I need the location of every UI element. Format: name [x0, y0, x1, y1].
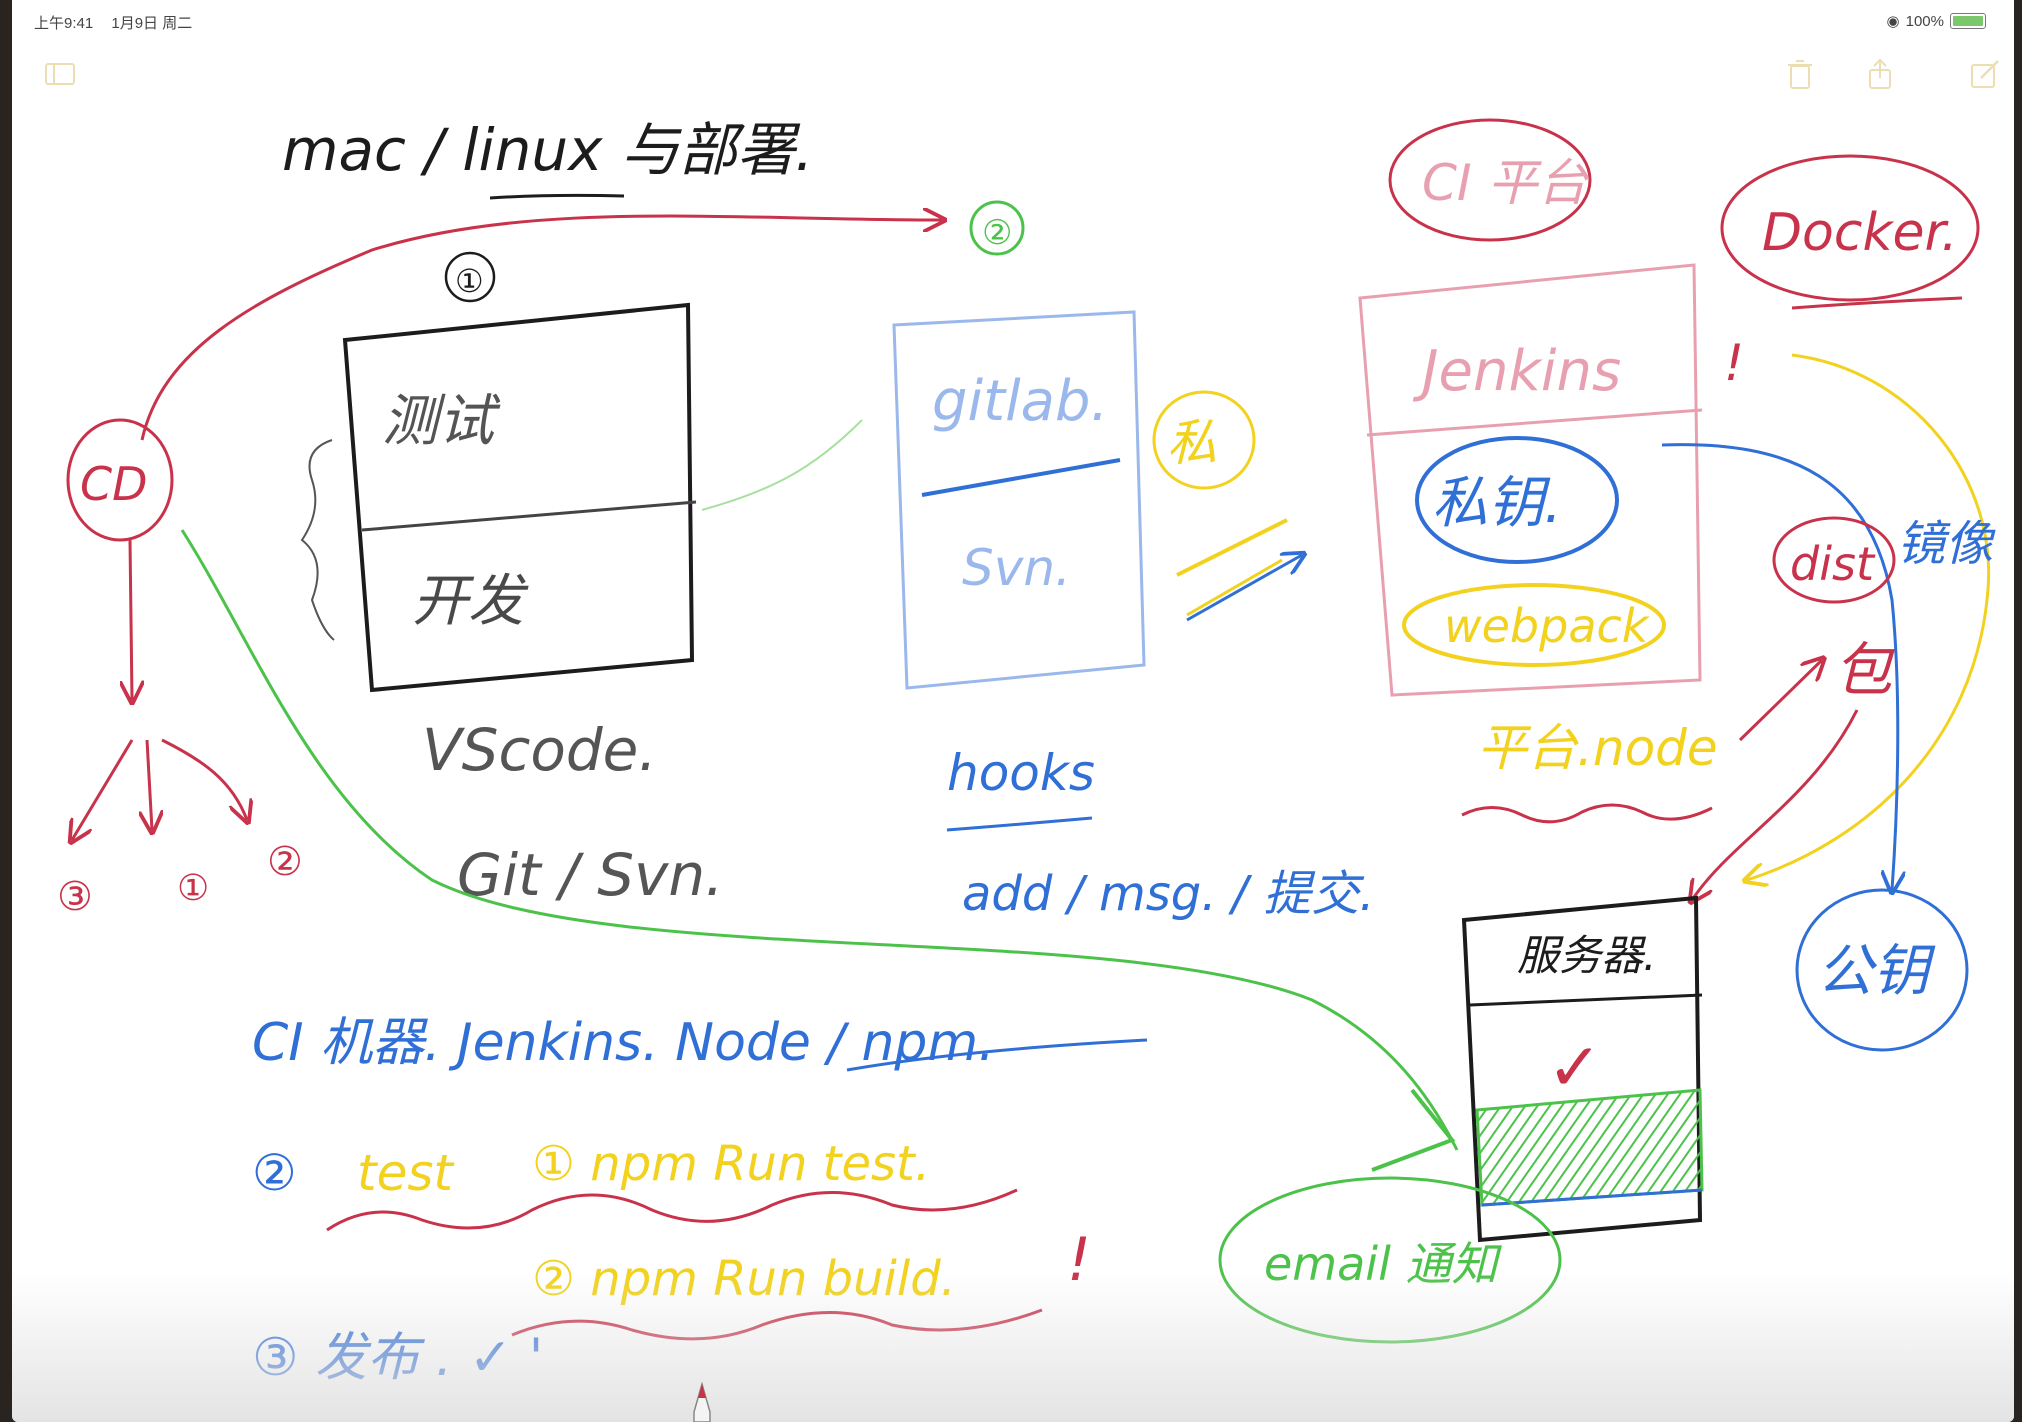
step-2a-text: ① npm Run test. — [532, 1136, 930, 1192]
step-3-text: ③ 发布 . ✓ ' — [252, 1328, 543, 1388]
server-divider — [1469, 993, 1703, 1007]
gitlab-label: gitlab. — [932, 369, 1108, 434]
box-package-label: 包 — [1834, 636, 1895, 704]
si-label: 私 — [1167, 414, 1217, 472]
yellow-arrow-to-server — [1747, 353, 1990, 880]
dev-env-divider — [361, 500, 697, 532]
cd-branch-mid — [147, 739, 152, 830]
dist-label: dist — [1790, 537, 1876, 591]
cd-branch-left — [72, 739, 134, 840]
step-2-number: ② — [252, 1144, 297, 1202]
step-2b-strike — [511, 1308, 1043, 1341]
red-arrow-node-to-dist — [1738, 660, 1822, 742]
jenkins-divider — [1366, 408, 1703, 437]
box1-test-label: 测试 — [382, 389, 501, 454]
ci-platform-label: CI 平台 — [1422, 154, 1590, 212]
gitlab-divider — [921, 458, 1121, 497]
pen-tool-icon[interactable] — [692, 1382, 712, 1422]
green-arrowhead — [1371, 1088, 1456, 1172]
cd-sub-2: ② — [267, 839, 303, 885]
mirror-label: 镜像 — [1897, 516, 1996, 572]
green-arrow-to-gitlab — [701, 419, 863, 511]
status-bar: 上午9:41 1月9日 周二 ◉ 100% — [12, 0, 2014, 40]
circle-step-2-label: ② — [982, 213, 1012, 253]
server-check: ✓ — [1547, 1029, 1602, 1106]
hooks-underline — [946, 816, 1093, 832]
private-key-label: 私钥. — [1432, 471, 1562, 536]
handwriting-canvas[interactable]: mac / linux 与部署. ② ① 测试 开发 VScode. Git /… — [12, 40, 2014, 1422]
jenkins-label: Jenkins — [1412, 339, 1621, 404]
add-msg-label: add / msg. / 提交. — [962, 866, 1374, 922]
notes-app-screen: 上午9:41 1月9日 周二 ◉ 100% mac / linux 与部署. ②… — [12, 0, 2014, 1422]
cd-arrow-down — [130, 539, 132, 700]
title-underline — [489, 193, 625, 200]
step-2-label: test — [357, 1144, 455, 1202]
cd-label: CD — [80, 457, 148, 511]
battery-percent: 100% — [1905, 12, 1944, 30]
platform-node-label: 平台.node — [1477, 719, 1718, 777]
warn-mark-bottom: ! — [1067, 1225, 1091, 1295]
status-date: 1月9日 周二 — [111, 15, 193, 32]
battery-icon — [1950, 13, 1986, 29]
cd-sub-3: ③ — [57, 874, 93, 920]
box1-dev-label: 开发 — [412, 569, 529, 634]
cd-sub-1: ① — [177, 868, 209, 909]
server-label: 服务器. — [1517, 931, 1656, 980]
hooks-label: hooks — [947, 744, 1095, 802]
title-text: mac / linux 与部署. — [282, 116, 813, 184]
vscode-label: VScode. — [422, 716, 657, 784]
circle-step-1-label: ① — [455, 262, 484, 300]
email-label: email 通知 — [1264, 1237, 1502, 1291]
platform-node-underline — [1461, 803, 1713, 824]
yellow-transfer-arrow — [1186, 558, 1283, 617]
step-2b-text: ② npm Run build. — [532, 1251, 956, 1307]
server-green-fill — [1475, 1088, 1704, 1207]
red-arrow-cd-to-gitlab — [140, 216, 942, 441]
git-svn-label: Git / Svn. — [457, 841, 724, 909]
docker-label: Docker. — [1762, 203, 1958, 263]
wifi-icon: ◉ — [1886, 13, 1900, 30]
cd-branch-right — [161, 738, 247, 820]
status-time: 上午9:41 — [34, 15, 94, 32]
blue-transfer-arrow — [1186, 555, 1302, 622]
webpack-label: webpack — [1444, 599, 1651, 653]
warn-mark-top: ! — [1724, 334, 1744, 392]
public-key-label: 公钥 — [1817, 939, 1936, 1004]
svn-label: Svn. — [962, 539, 1071, 597]
brace-mark — [300, 439, 335, 641]
